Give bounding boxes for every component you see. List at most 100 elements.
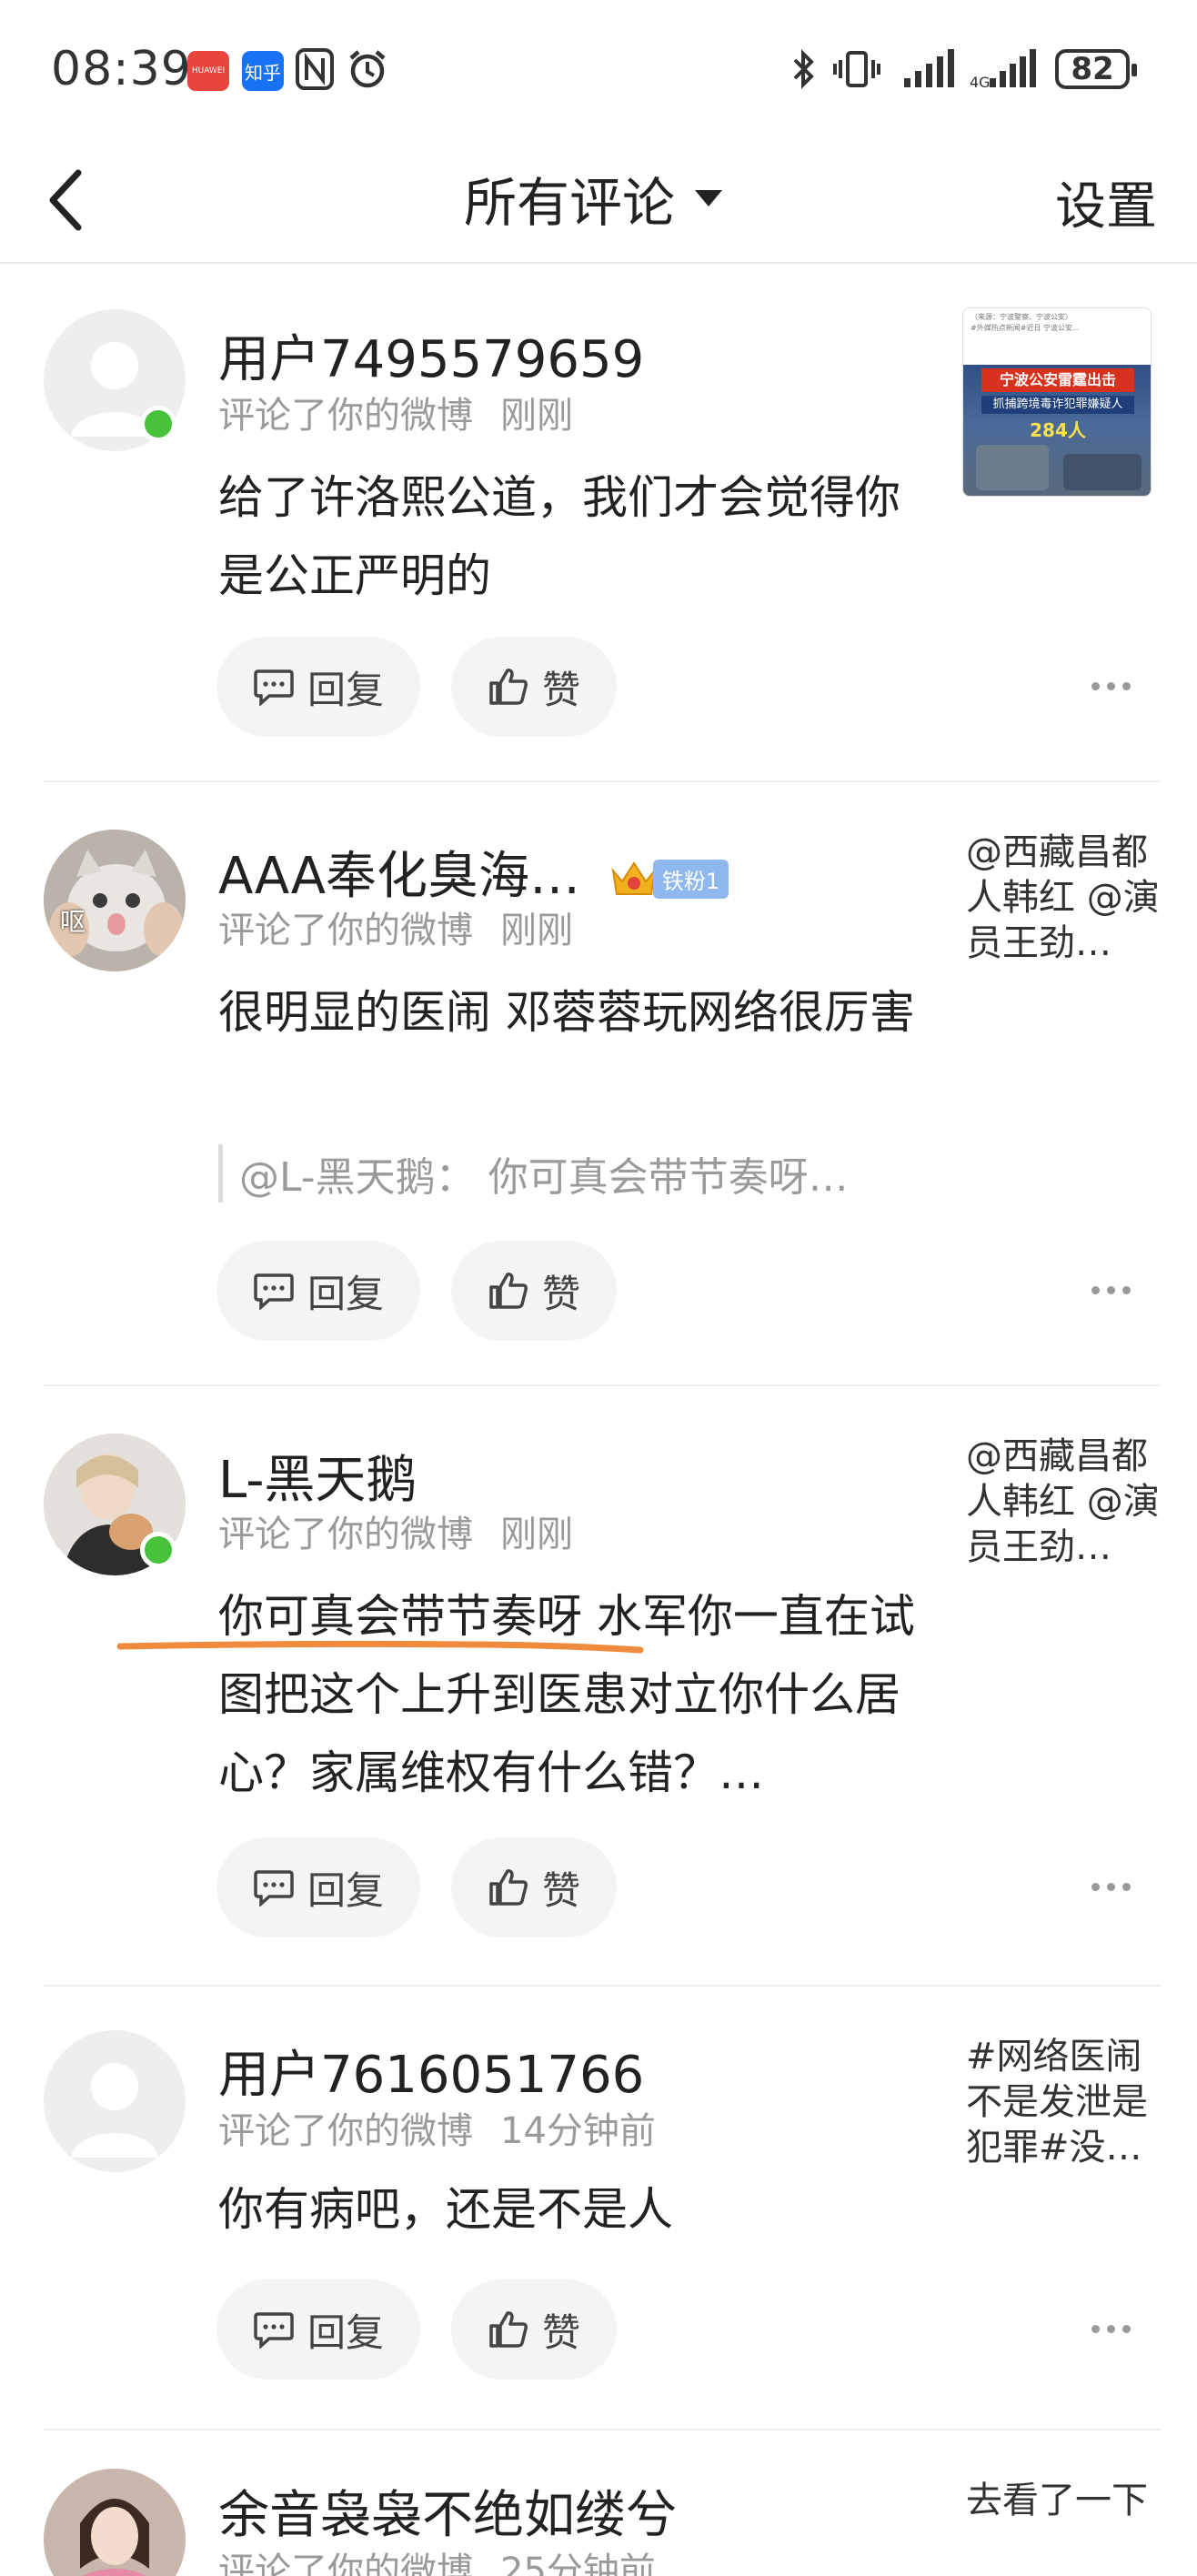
nav-header: 所有评论 设置 (0, 136, 1197, 264)
like-button[interactable]: 赞 (451, 1837, 617, 1937)
thumbs-up-icon (489, 2311, 528, 2348)
huawei-app-icon: HUAWEI (187, 51, 229, 91)
username[interactable]: 用户7616051766 (218, 2034, 644, 2108)
weibo-preview-text[interactable]: #网络医闹不是发泄是犯罪#没… (966, 2034, 1166, 2170)
like-label: 赞 (541, 1271, 580, 1316)
thumbs-up-icon (489, 1869, 528, 1906)
zhihu-app-icon: 知乎 (242, 51, 284, 91)
timestamp: 刚刚 (500, 1514, 573, 1555)
online-status-dot (140, 406, 176, 442)
comment-item: 余音袅袅不绝如缕兮 评论了你的微博 25分钟前 去看了一下 (0, 2430, 1197, 2576)
comment-meta: 评论了你的微博 刚刚 (218, 1504, 573, 1557)
reply-label: 回复 (307, 1867, 384, 1913)
thumbs-up-icon (489, 669, 528, 705)
reply-label: 回复 (307, 1271, 384, 1316)
vibrate-icon (833, 51, 880, 87)
comment-bubble-icon (254, 1870, 294, 1907)
default-avatar-icon (71, 2063, 158, 2158)
username[interactable]: 用户7495579659 (218, 318, 644, 392)
signal-icon-2: 4G (970, 49, 1036, 91)
timestamp: 14分钟前 (500, 2110, 656, 2152)
thumb-subline: 抓捕跨境毒诈犯罪嫌疑人 (981, 396, 1134, 414)
reply-label: 回复 (307, 667, 384, 712)
username[interactable]: L-黑天鹅 (218, 1439, 417, 1513)
avatar[interactable] (44, 2469, 186, 2576)
nfc-icon (296, 48, 334, 90)
comment-item: 用户7616051766 评论了你的微博 14分钟前 你有病吧，还是不是人 #网络… (0, 1987, 1197, 2432)
quoted-comment[interactable]: @L-黑天鹅： 你可真会带节奏呀… (218, 1144, 919, 1202)
highlight-underline (116, 1640, 644, 1654)
action-text: 评论了你的微博 (218, 1514, 473, 1555)
cat-avatar-image (44, 830, 186, 971)
avatar-text: 呕 (60, 907, 86, 937)
weibo-preview-text[interactable]: @西藏昌都人韩红 @演员王劲… (966, 830, 1166, 966)
username[interactable]: AAA奉化臭海… 铁粉1 (218, 835, 729, 909)
comment-meta: 评论了你的微博 14分钟前 (218, 2101, 656, 2154)
comment-text[interactable]: 给了许洛熙公道，我们才会觉得你是公正严明的 (218, 458, 928, 615)
more-options-icon[interactable] (1091, 2325, 1137, 2333)
more-options-icon[interactable] (1091, 1883, 1137, 1891)
comment-meta: 评论了你的微博 刚刚 (218, 901, 573, 953)
thumb-number: 284人 (1030, 419, 1086, 441)
status-time: 08:39 (51, 42, 192, 96)
comment-text[interactable]: 很明显的医闹 邓蓉蓉玩网络很厉害 (218, 973, 928, 1052)
username[interactable]: 余音袅袅不绝如缕兮 (218, 2474, 677, 2548)
page-title: 所有评论 (464, 172, 676, 234)
timestamp: 刚刚 (500, 395, 573, 437)
comment-filter-dropdown[interactable]: 所有评论 (464, 160, 724, 236)
action-text: 评论了你的微博 (218, 395, 473, 437)
more-options-icon[interactable] (1091, 1286, 1137, 1294)
like-button[interactable]: 赞 (451, 2279, 617, 2380)
reply-button[interactable]: 回复 (216, 2279, 420, 2380)
weibo-thumbnail[interactable]: （来源：宁波警察、宁波公安） #外媒热点新闻#近日 宁波公安... 宁波公安雷霆… (962, 307, 1152, 497)
fan-badge: 铁粉1 (609, 858, 729, 901)
settings-button[interactable]: 设置 (1055, 166, 1157, 239)
timestamp: 刚刚 (500, 910, 573, 951)
action-text: 评论了你的微博 (218, 910, 473, 951)
fan-badge-label: 铁粉1 (652, 860, 729, 900)
svg-text:4G: 4G (970, 74, 991, 91)
signal-icon (904, 49, 954, 87)
weibo-preview-text[interactable]: @西藏昌都人韩红 @演员王劲… (966, 1434, 1166, 1570)
crown-icon (611, 861, 657, 895)
more-options-icon[interactable] (1091, 682, 1137, 690)
like-label: 赞 (541, 2309, 580, 2355)
like-button[interactable]: 赞 (451, 637, 617, 737)
comment-item: L-黑天鹅 评论了你的微博 刚刚 你可真会带节奏呀 水军你一直在试图把这个上升到医… (0, 1386, 1197, 1987)
thumb-headline: 宁波公安雷霆出击 (981, 368, 1134, 392)
reply-label: 回复 (307, 2309, 384, 2355)
comment-meta: 评论了你的微博 刚刚 (218, 386, 573, 438)
avatar[interactable]: 呕 (44, 830, 186, 971)
thumb-line: #外媒热点新闻#近日 宁波公安... (971, 324, 1080, 332)
comment-text[interactable]: 你可真会带节奏呀 水军你一直在试图把这个上升到医患对立你什么居心？家属维权有什么… (218, 1577, 928, 1812)
thumbs-up-icon (489, 1273, 528, 1309)
comment-text[interactable]: 你有病吧，还是不是人 (218, 2170, 928, 2249)
comment-bubble-icon (254, 2312, 294, 2349)
comment-meta: 评论了你的微博 25分钟前 (218, 2541, 656, 2576)
avatar[interactable] (44, 2030, 186, 2172)
caret-down-icon (695, 190, 723, 206)
comment-item: 用户7495579659 评论了你的微博 刚刚 给了许洛熙公道，我们才会觉得你是公… (0, 264, 1197, 782)
comment-bubble-icon (254, 669, 294, 706)
timestamp: 25分钟前 (500, 2551, 656, 2576)
action-text: 评论了你的微博 (218, 2110, 473, 2152)
status-bar: 08:39 HUAWEI 知乎 4G 82 (0, 0, 1197, 136)
reply-button[interactable]: 回复 (216, 637, 420, 737)
like-label: 赞 (541, 1867, 580, 1913)
reply-button[interactable]: 回复 (216, 1241, 420, 1341)
online-status-dot (140, 1532, 176, 1568)
username-text: AAA奉化臭海… (218, 847, 581, 906)
comment-bubble-icon (254, 1273, 294, 1310)
battery-indicator: 82 (1055, 49, 1137, 89)
alarm-icon (349, 50, 386, 88)
like-button[interactable]: 赞 (451, 1241, 617, 1341)
bluetooth-icon (793, 49, 814, 89)
reply-button[interactable]: 回复 (216, 1837, 420, 1937)
weibo-preview-text[interactable]: 去看了一下 (966, 2478, 1166, 2523)
back-arrow-icon[interactable] (40, 164, 95, 236)
thumb-line: （来源：宁波警察、宁波公安） (971, 313, 1072, 321)
action-text: 评论了你的微博 (218, 2551, 473, 2576)
user-photo-avatar (44, 2469, 186, 2576)
like-label: 赞 (541, 667, 580, 712)
comment-item: 呕 AAA奉化臭海… 铁粉1 评论了你的微博 刚刚 很明显的医闹 邓蓉蓉玩网络很厉… (0, 782, 1197, 1386)
